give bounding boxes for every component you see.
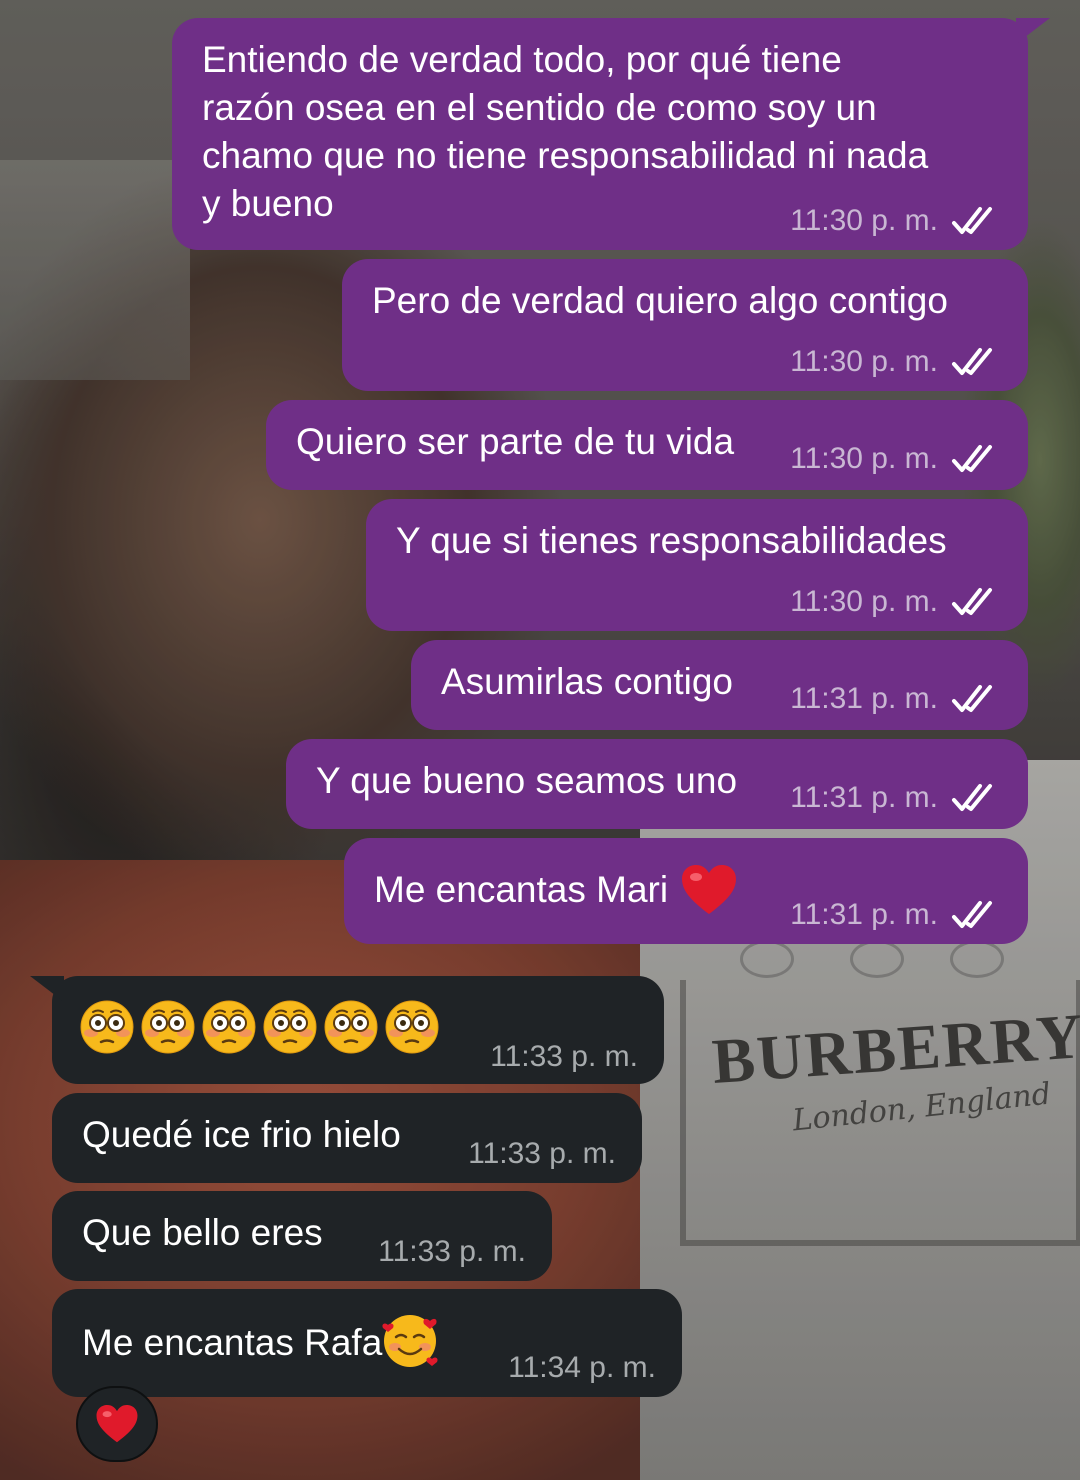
incoming-message[interactable]: Me encantas Rafa 11:34 p. m. [52,1289,682,1397]
double-check-icon [950,899,1002,931]
flushed-face-icon [80,1000,134,1054]
message-time: 11:33 p. m. [378,1235,526,1268]
smiling-face-with-hearts-icon [380,1309,442,1371]
message-time: 11:31 p. m. [790,682,938,715]
outgoing-message[interactable]: Y que bueno seamos uno 11:31 p. m. [286,739,1028,829]
message-text: Me encantas Mari [374,869,669,910]
message-time: 11:31 p. m. [790,898,938,931]
flushed-face-icon [385,1000,439,1054]
double-check-icon [950,346,1002,378]
message-text: Que bello eres [82,1212,323,1253]
outgoing-message[interactable]: Entiendo de verdad todo, por qué tiene r… [172,18,1050,250]
red-heart-icon [680,864,738,916]
message-text: Quedé ice frio hielo [82,1114,401,1155]
message-time: 11:31 p. m. [790,781,938,814]
message-text: Entiendo de verdad todo, por qué tiene r… [202,39,929,224]
double-check-icon [950,586,1002,618]
message-time: 11:30 p. m. [790,345,938,378]
message-meta: 11:34 p. m. [508,1351,656,1385]
outgoing-message[interactable]: Asumirlas contigo 11:31 p. m. [411,640,1028,730]
message-text: Y que bueno seamos uno [316,760,738,801]
outgoing-message[interactable]: Y que si tienes responsabilidades 11:30 … [366,499,1028,631]
message-meta: 11:31 p. m. [790,898,1002,932]
flushed-face-icon [324,1000,378,1054]
incoming-message[interactable]: Que bello eres 11:33 p. m. [52,1191,552,1281]
outgoing-message[interactable]: Pero de verdad quiero algo contigo 11:30… [342,259,1028,391]
message-meta: 11:31 p. m. [790,682,1002,716]
message-content: Me encantas Mari [374,864,738,916]
message-text: Quiero ser parte de tu vida [296,421,735,462]
message-text: Me encantas Rafa [82,1322,383,1363]
message-meta: 11:30 p. m. [790,345,1002,379]
flushed-face-icon [202,1000,256,1054]
message-meta: 11:33 p. m. [490,1040,638,1074]
message-meta: 11:33 p. m. [468,1137,616,1171]
message-reaction[interactable] [76,1386,158,1462]
message-meta: 11:30 p. m. [790,585,1002,619]
red-heart-icon [95,1404,139,1444]
double-check-icon [950,683,1002,715]
flushed-emoji-row [80,1000,446,1054]
message-text: Asumirlas contigo [441,661,734,702]
message-meta: 11:33 p. m. [378,1235,526,1269]
incoming-message[interactable]: Quedé ice frio hielo 11:33 p. m. [52,1093,642,1183]
message-time: 11:30 p. m. [790,585,938,618]
message-time: 11:34 p. m. [508,1351,656,1384]
message-time: 11:33 p. m. [468,1137,616,1170]
message-content: Me encantas Rafa [82,1315,442,1371]
message-meta: 11:30 p. m. [790,442,1002,476]
flushed-face-icon [141,1000,195,1054]
double-check-icon [950,205,1002,237]
message-text: Y que si tienes responsabilidades [396,520,947,561]
message-meta: 11:30 p. m. [790,204,1002,238]
message-meta: 11:31 p. m. [790,781,1002,815]
outgoing-message[interactable]: Quiero ser parte de tu vida 11:30 p. m. [266,400,1028,490]
message-time: 11:33 p. m. [490,1040,638,1073]
flushed-face-icon [263,1000,317,1054]
message-text: Pero de verdad quiero algo contigo [372,280,948,321]
incoming-message[interactable]: 11:33 p. m. [30,976,664,1084]
message-time: 11:30 p. m. [790,204,938,237]
outgoing-message[interactable]: Me encantas Mari 11:31 p. m. [344,838,1028,944]
double-check-icon [950,782,1002,814]
double-check-icon [950,443,1002,475]
message-time: 11:30 p. m. [790,442,938,475]
